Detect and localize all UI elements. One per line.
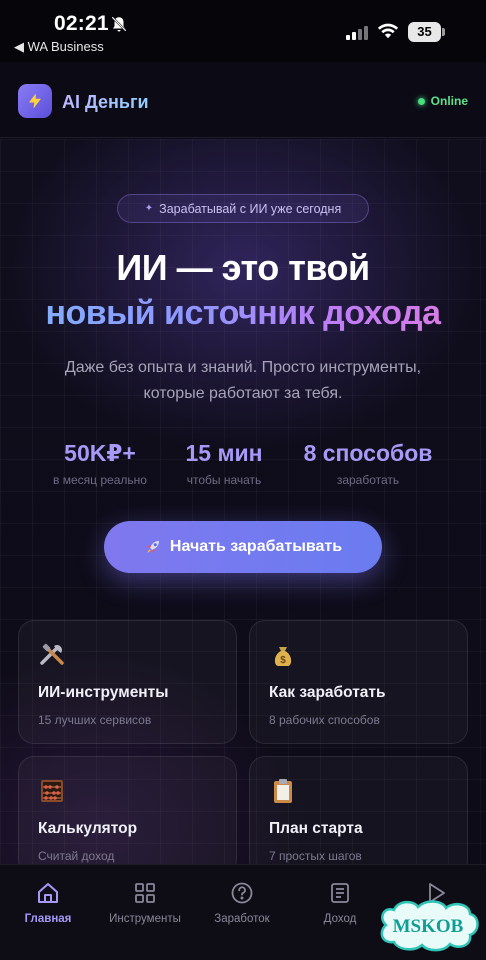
nav-income[interactable]: Доход (292, 881, 388, 925)
stat-ways: 8 способов заработать (290, 440, 446, 487)
online-status-label: Online (430, 94, 468, 108)
nav-earnings[interactable]: Заработок (194, 881, 290, 925)
hero-section: ✦ Зарабатывай с ИИ уже сегодня ИИ — это … (0, 139, 486, 876)
watermark-text: MSKOB (393, 916, 464, 937)
lightning-icon (29, 93, 41, 109)
nav-tools[interactable]: Инструменты (97, 881, 193, 925)
hero-subtitle: Даже без опыта и знаний. Просто инструме… (64, 359, 422, 402)
app-title: AI Деньги (62, 92, 149, 112)
promo-pill: ✦ Зарабатывай с ИИ уже сегодня (117, 194, 369, 223)
wifi-icon (377, 23, 399, 39)
card-calculator[interactable]: Калькулятор Считай доход (18, 756, 237, 876)
stat-label: заработать (336, 473, 400, 487)
hero-title-line2: новый источник дохода (0, 294, 486, 333)
card-title: План старта (269, 820, 363, 837)
app-header: AI Деньги Online (0, 62, 486, 138)
online-status: Online (417, 94, 468, 108)
card-subtitle: Считай доход (38, 849, 115, 863)
abacus-icon (41, 780, 63, 802)
home-icon (38, 883, 58, 903)
card-title: Калькулятор (38, 820, 138, 837)
card-title: Как заработать (269, 684, 386, 701)
hero-title-line1: ИИ — это твой (116, 247, 370, 288)
battery-tip (442, 28, 445, 36)
svg-text:$: $ (280, 655, 286, 666)
start-earning-label: Начать зарабатывать (169, 538, 343, 555)
nav-label: Заработок (214, 913, 270, 925)
nav-label: Инструменты (109, 913, 181, 925)
clipboard-icon (274, 779, 292, 803)
document-icon (331, 883, 349, 903)
stat-value: 15 мин (185, 440, 263, 466)
card-subtitle: 15 лучших сервисов (38, 713, 152, 727)
nav-label: Главная (24, 913, 72, 925)
online-dot-icon (417, 97, 425, 105)
money-bag-icon: $ (274, 647, 292, 666)
card-how-to-earn[interactable]: $ Как заработать 8 рабочих способов (249, 620, 468, 744)
grid-icon (135, 883, 155, 903)
nav-label: Доход (323, 913, 357, 925)
stat-time: 15 мин чтобы начать (164, 440, 284, 487)
start-earning-button[interactable]: Начать зарабатывать (104, 521, 382, 573)
sparkle-icon: ✦ (144, 203, 154, 214)
tools-icon (40, 643, 64, 665)
stat-income: 50K₽+ в месяц реально (40, 440, 160, 487)
status-time: 02:21 (54, 12, 109, 35)
promo-pill-text: Зарабатывай с ИИ уже сегодня (159, 201, 342, 216)
card-title: ИИ-инструменты (38, 684, 169, 701)
stat-label: в месяц реально (53, 473, 147, 487)
stat-value: 50K₽+ (64, 440, 136, 466)
cellular-signal-icon (346, 26, 370, 40)
card-ai-tools[interactable]: ИИ-инструменты 15 лучших сервисов (18, 620, 237, 744)
stat-label: чтобы начать (186, 473, 262, 487)
app-screen: 02:21 ◀ WA Business 35 AI Деньги Online … (0, 0, 486, 960)
watermark-logo: MSKOB (380, 900, 479, 952)
battery-indicator: 35 (408, 22, 441, 42)
card-subtitle: 7 простых шагов (269, 849, 362, 863)
logo (18, 84, 52, 118)
card-subtitle: 8 рабочих способов (269, 713, 380, 727)
back-to-app-link[interactable]: ◀ WA Business (14, 39, 104, 55)
rocket-icon (146, 541, 159, 553)
stat-value: 8 способов (303, 440, 433, 466)
card-start-plan[interactable]: План старта 7 простых шагов (249, 756, 468, 876)
status-bar: 02:21 ◀ WA Business 35 (0, 0, 486, 62)
nav-home[interactable]: Главная (0, 881, 96, 925)
muted-bell-icon (111, 16, 127, 32)
question-icon (231, 882, 253, 904)
